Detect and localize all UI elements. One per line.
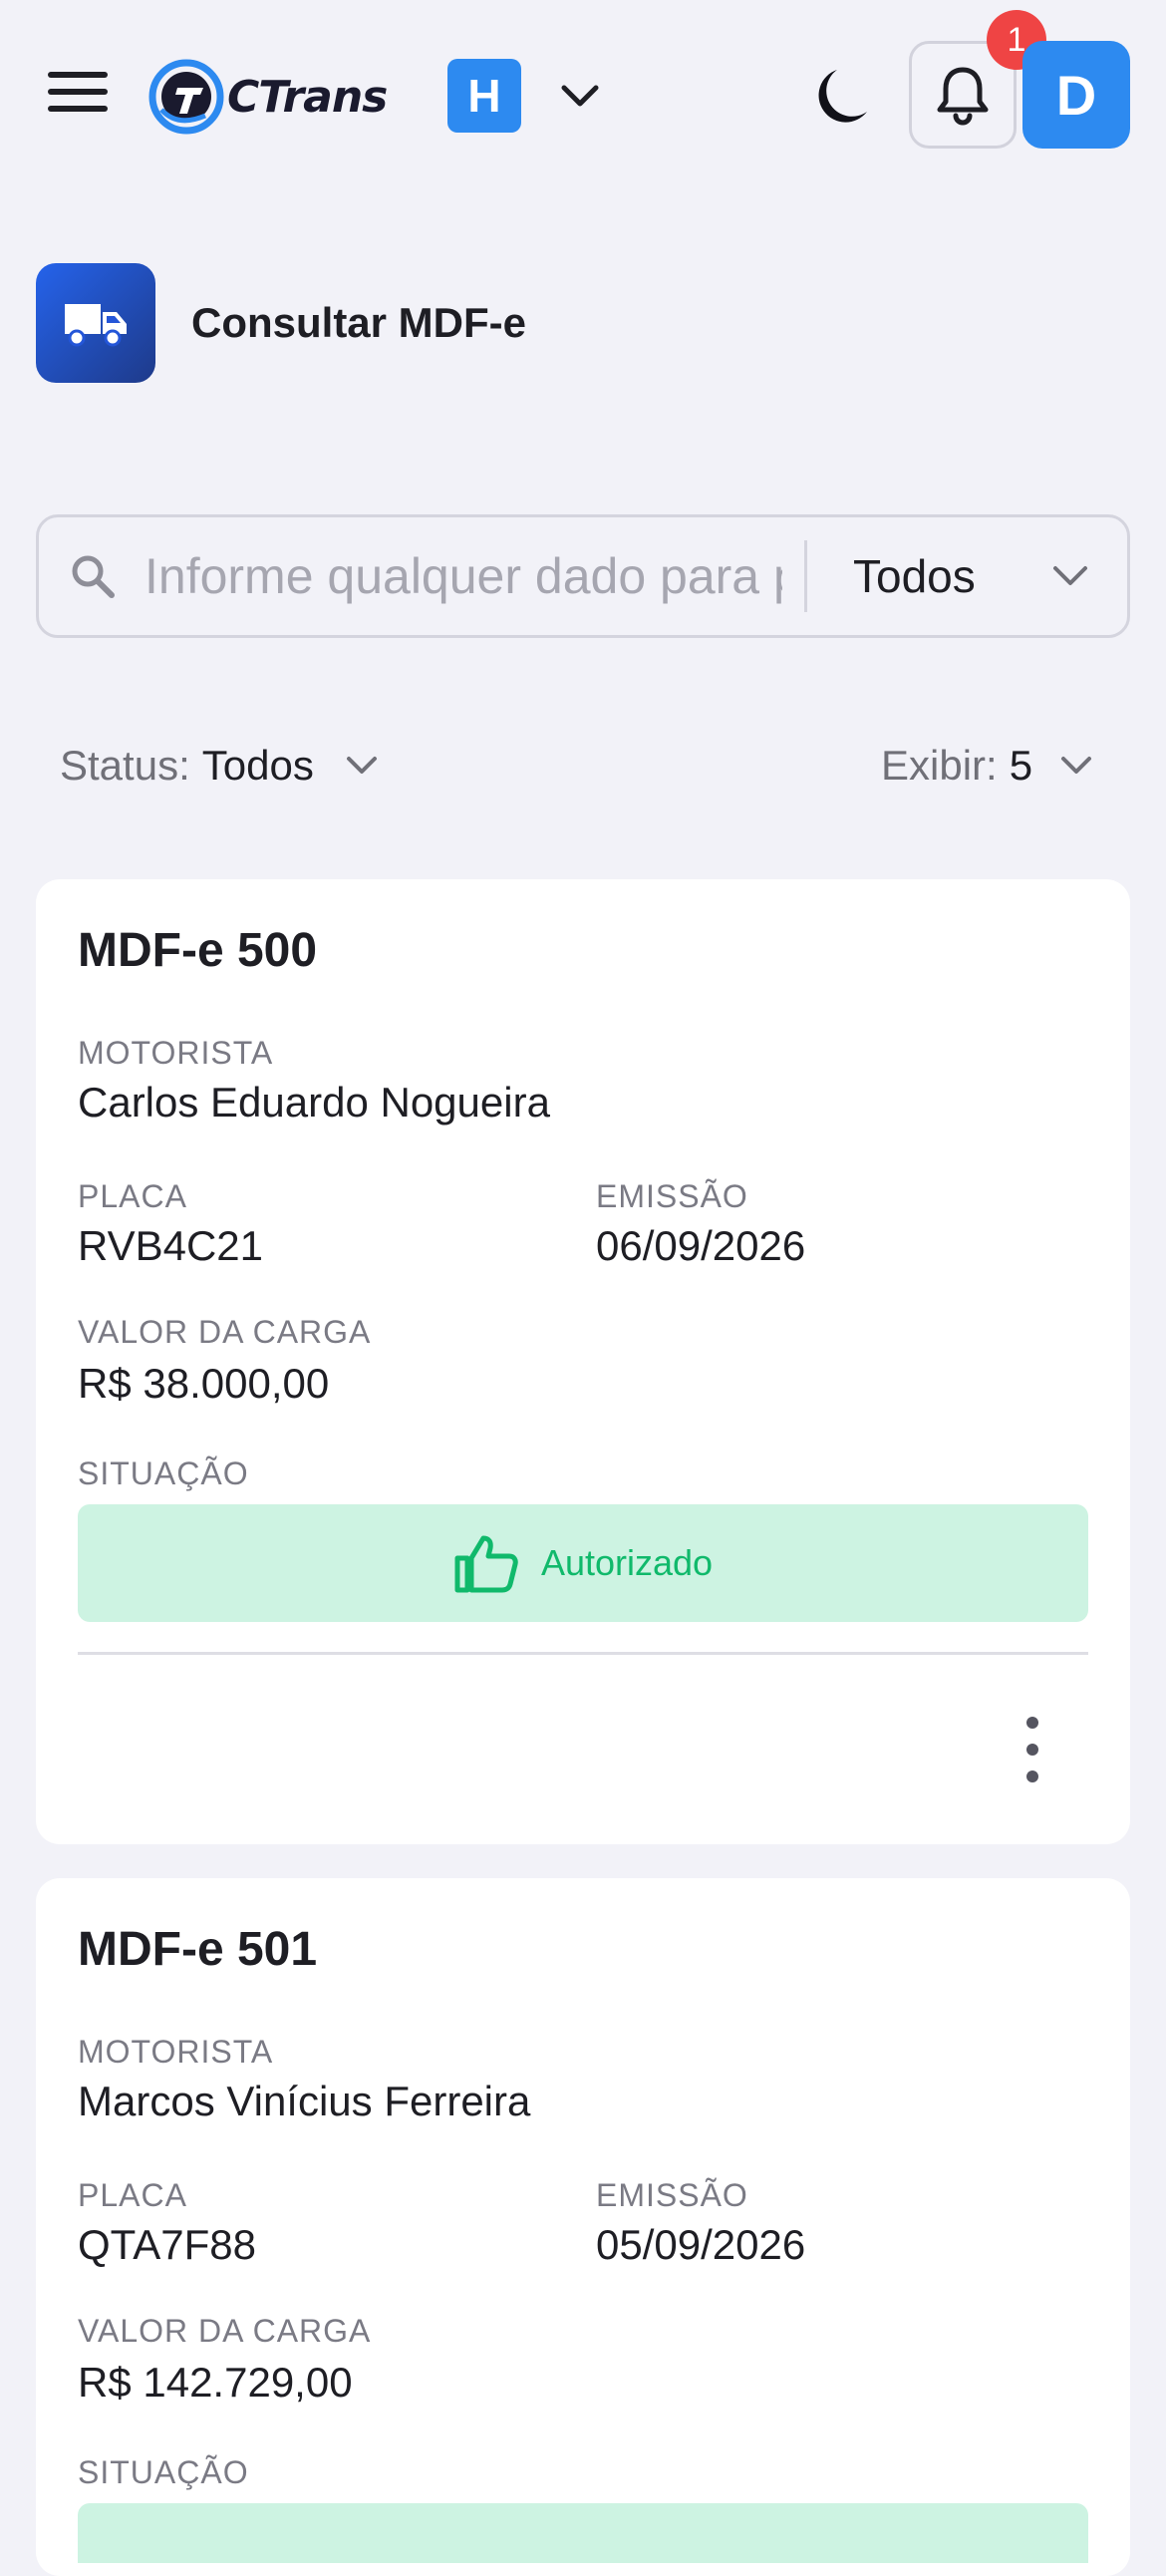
plate-label: PLACA bbox=[78, 1178, 187, 1214]
cargo-value: R$ 38.000,00 bbox=[78, 1360, 330, 1407]
app-logo[interactable]: CTrans bbox=[147, 58, 388, 136]
menu-icon[interactable] bbox=[48, 72, 108, 122]
more-options-icon[interactable] bbox=[1015, 1717, 1050, 1782]
search-divider bbox=[804, 540, 807, 612]
page-size-filter[interactable]: Exibir: 5 bbox=[881, 742, 1094, 790]
status-filter-value: Todos bbox=[201, 742, 314, 789]
top-bar: CTrans H 1 D bbox=[0, 0, 1166, 189]
cargo-value-label: VALOR DA CARGA bbox=[78, 2313, 372, 2349]
dark-mode-toggle-icon[interactable] bbox=[815, 66, 871, 126]
status-text: Autorizado bbox=[540, 1542, 714, 1583]
search-icon bbox=[72, 555, 115, 598]
search-filter-select[interactable]: Todos bbox=[853, 549, 1090, 603]
chevron-down-icon[interactable] bbox=[558, 80, 602, 112]
driver-label: MOTORISTA bbox=[78, 2034, 274, 2070]
chevron-down-icon bbox=[1053, 566, 1087, 585]
page-title: Consultar MDF-e bbox=[191, 299, 526, 346]
issued-label: EMISSÃO bbox=[596, 2177, 748, 2213]
page-size-value: 5 bbox=[1009, 742, 1033, 789]
thumbs-up-icon bbox=[454, 1535, 518, 1593]
page-size-label: Exibir: bbox=[881, 742, 998, 789]
card-title: MDF-e 500 bbox=[78, 924, 318, 977]
driver-label: MOTORISTA bbox=[78, 1035, 274, 1071]
app-logo-text: CTrans bbox=[227, 71, 388, 123]
cargo-value-label: VALOR DA CARGA bbox=[78, 1314, 372, 1350]
issued-value: 05/09/2026 bbox=[596, 2221, 806, 2268]
user-avatar[interactable]: D bbox=[1022, 41, 1130, 149]
plate-value: QTA7F88 bbox=[78, 2221, 256, 2268]
status-filter-label: Status: bbox=[60, 742, 190, 789]
status-label: SITUAÇÃO bbox=[78, 2454, 249, 2490]
issued-label: EMISSÃO bbox=[596, 1178, 748, 1214]
card-title: MDF-e 501 bbox=[78, 1923, 318, 1976]
truck-icon bbox=[36, 263, 155, 383]
plate-label: PLACA bbox=[78, 2177, 187, 2213]
issued-value: 06/09/2026 bbox=[596, 1222, 806, 1269]
search-input[interactable] bbox=[145, 536, 782, 616]
status-label: SITUAÇÃO bbox=[78, 1455, 249, 1491]
search-bar: Todos bbox=[36, 514, 1130, 638]
card-divider bbox=[78, 1652, 1088, 1655]
chevron-down-icon bbox=[1061, 757, 1092, 774]
status-badge bbox=[78, 2503, 1088, 2563]
status-filter[interactable]: Status: Todos bbox=[60, 742, 380, 790]
mdfe-card[interactable]: MDF-e 501 MOTORISTA Marcos Vinícius Ferr… bbox=[36, 1878, 1130, 2576]
status-badge: Autorizado bbox=[78, 1504, 1088, 1622]
plate-value: RVB4C21 bbox=[78, 1222, 264, 1269]
bell-icon bbox=[937, 67, 989, 126]
mdfe-card[interactable]: MDF-e 500 MOTORISTA Carlos Eduardo Nogue… bbox=[36, 879, 1130, 1844]
search-filter-value: Todos bbox=[853, 550, 976, 602]
page-header: Consultar MDF-e bbox=[36, 263, 526, 383]
cargo-value: R$ 142.729,00 bbox=[78, 2359, 353, 2406]
driver-value: Carlos Eduardo Nogueira bbox=[78, 1079, 550, 1126]
ctrans-logo-icon bbox=[148, 59, 224, 135]
driver-value: Marcos Vinícius Ferreira bbox=[78, 2078, 531, 2124]
company-badge[interactable]: H bbox=[447, 59, 521, 133]
chevron-down-icon bbox=[346, 757, 377, 774]
